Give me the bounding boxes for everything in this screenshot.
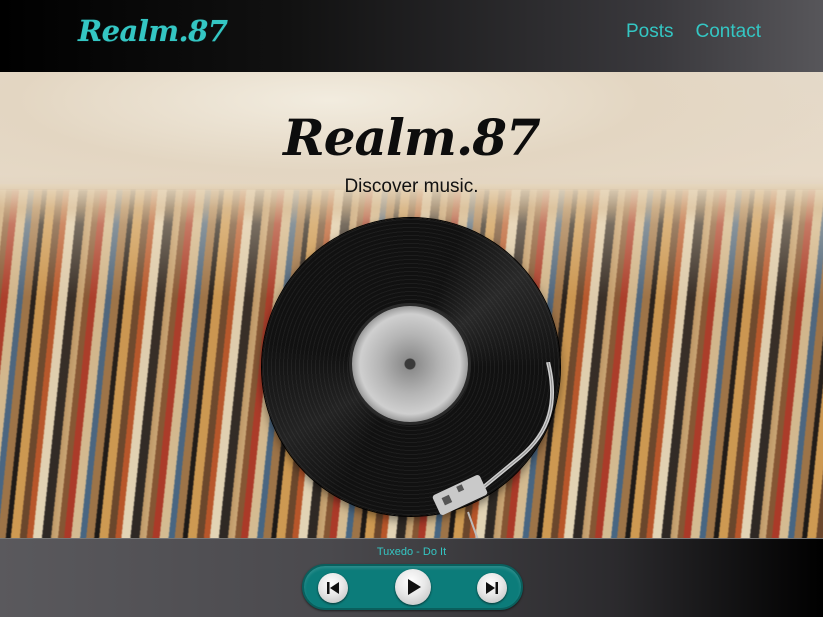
play-button[interactable] — [395, 569, 431, 605]
tonearm-icon — [432, 362, 555, 538]
previous-track-button[interactable] — [318, 573, 348, 603]
skip-next-icon — [486, 582, 498, 594]
next-track-button[interactable] — [477, 573, 507, 603]
site-logo[interactable]: Realm.87 — [78, 14, 228, 48]
skip-previous-icon — [327, 582, 339, 594]
nav-contact-link[interactable]: Contact — [696, 21, 761, 43]
hero-title: Realm.87 — [283, 108, 541, 167]
play-icon — [408, 579, 421, 595]
player-controls — [302, 564, 523, 610]
main-nav: Posts Contact — [626, 21, 761, 43]
nav-posts-link[interactable]: Posts — [626, 21, 674, 43]
hero-subtitle: Discover music. — [344, 176, 479, 197]
now-playing-track: Tuxedo - Do It — [376, 546, 447, 558]
site-header: Realm.87 Posts Contact — [0, 0, 823, 72]
hero-section: Realm.87 Discover music. — [0, 72, 823, 538]
audio-player-bar: Tuxedo - Do It — [0, 538, 823, 617]
